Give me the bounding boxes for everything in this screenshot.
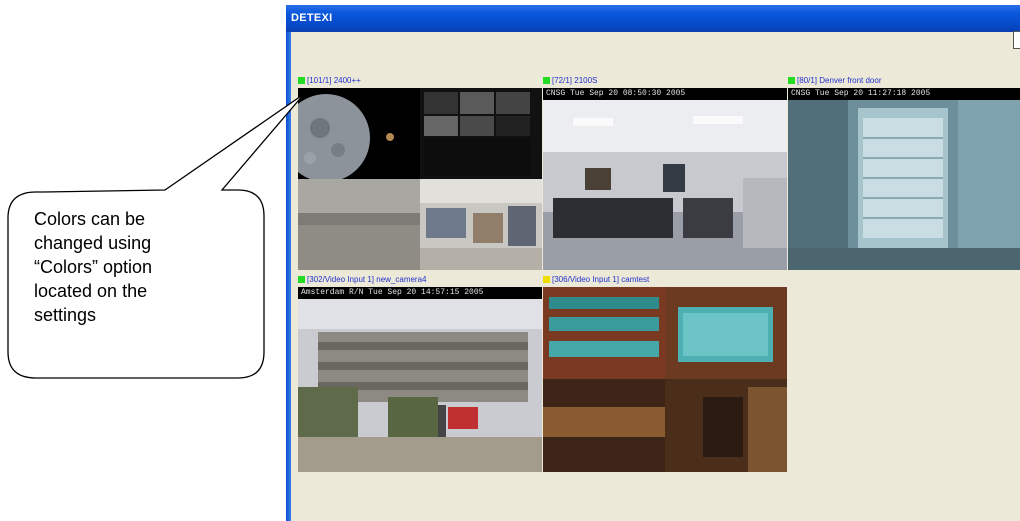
title-bar[interactable]: DETEXI (286, 5, 1020, 32)
scroll-edge[interactable] (1013, 31, 1020, 49)
camera-cell-101[interactable]: [101/1] 2400++ (298, 74, 542, 270)
camera-cell-80[interactable]: [80/1] Denver front door CNSG Tue Sep 20… (788, 74, 1020, 270)
camera-feed-image (788, 88, 1020, 270)
camera-feed[interactable]: CNSG Tue Sep 20 11:27:18 2005 (788, 88, 1020, 270)
camera-feed-image (298, 88, 542, 270)
camera-feed-image (543, 287, 787, 472)
video-overlay: Amsterdam R/N Tue Sep 20 14:57:15 2005 (298, 287, 542, 299)
camera-label-text: [72/1] 2100S (552, 76, 598, 85)
status-indicator (543, 276, 550, 283)
status-indicator (543, 77, 550, 84)
camera-label: [72/1] 2100S (543, 74, 597, 88)
video-overlay: CNSG Tue Sep 20 11:27:18 2005 (788, 88, 1020, 100)
camera-feed[interactable]: Amsterdam R/N Tue Sep 20 14:57:15 2005 (298, 287, 542, 472)
video-overlay: CNSG Tue Sep 20 08:50:30 2005 (543, 88, 787, 100)
camera-label: [80/1] Denver front door (788, 74, 882, 88)
callout-bubble (7, 93, 305, 379)
camera-cell-72[interactable]: [72/1] 2100S CNSG Tue Sep 20 08:50:30 20… (543, 74, 787, 270)
camera-cell-306[interactable]: [306/Video Input 1] camtest (543, 273, 787, 472)
camera-feed[interactable] (543, 287, 787, 472)
status-indicator (788, 77, 795, 84)
camera-label-text: [306/Video Input 1] camtest (552, 275, 650, 284)
camera-feed-image (543, 88, 787, 270)
camera-label-text: [80/1] Denver front door (797, 76, 882, 85)
app-window: DETEXI [101/1] 2400++ [72/1] 2100S CNSG … (286, 5, 1020, 521)
camera-feed[interactable]: CNSG Tue Sep 20 08:50:30 2005 (543, 88, 787, 270)
camera-label-text: [302/Video Input 1] new_camera4 (307, 275, 427, 284)
camera-cell-302[interactable]: [302/Video Input 1] new_camera4 Amsterda… (298, 273, 542, 472)
camera-feed[interactable] (298, 88, 542, 270)
camera-label: [306/Video Input 1] camtest (543, 273, 649, 287)
camera-feed-image (298, 287, 542, 472)
callout-text: Colors can be changed using “Colors” opt… (34, 209, 153, 325)
